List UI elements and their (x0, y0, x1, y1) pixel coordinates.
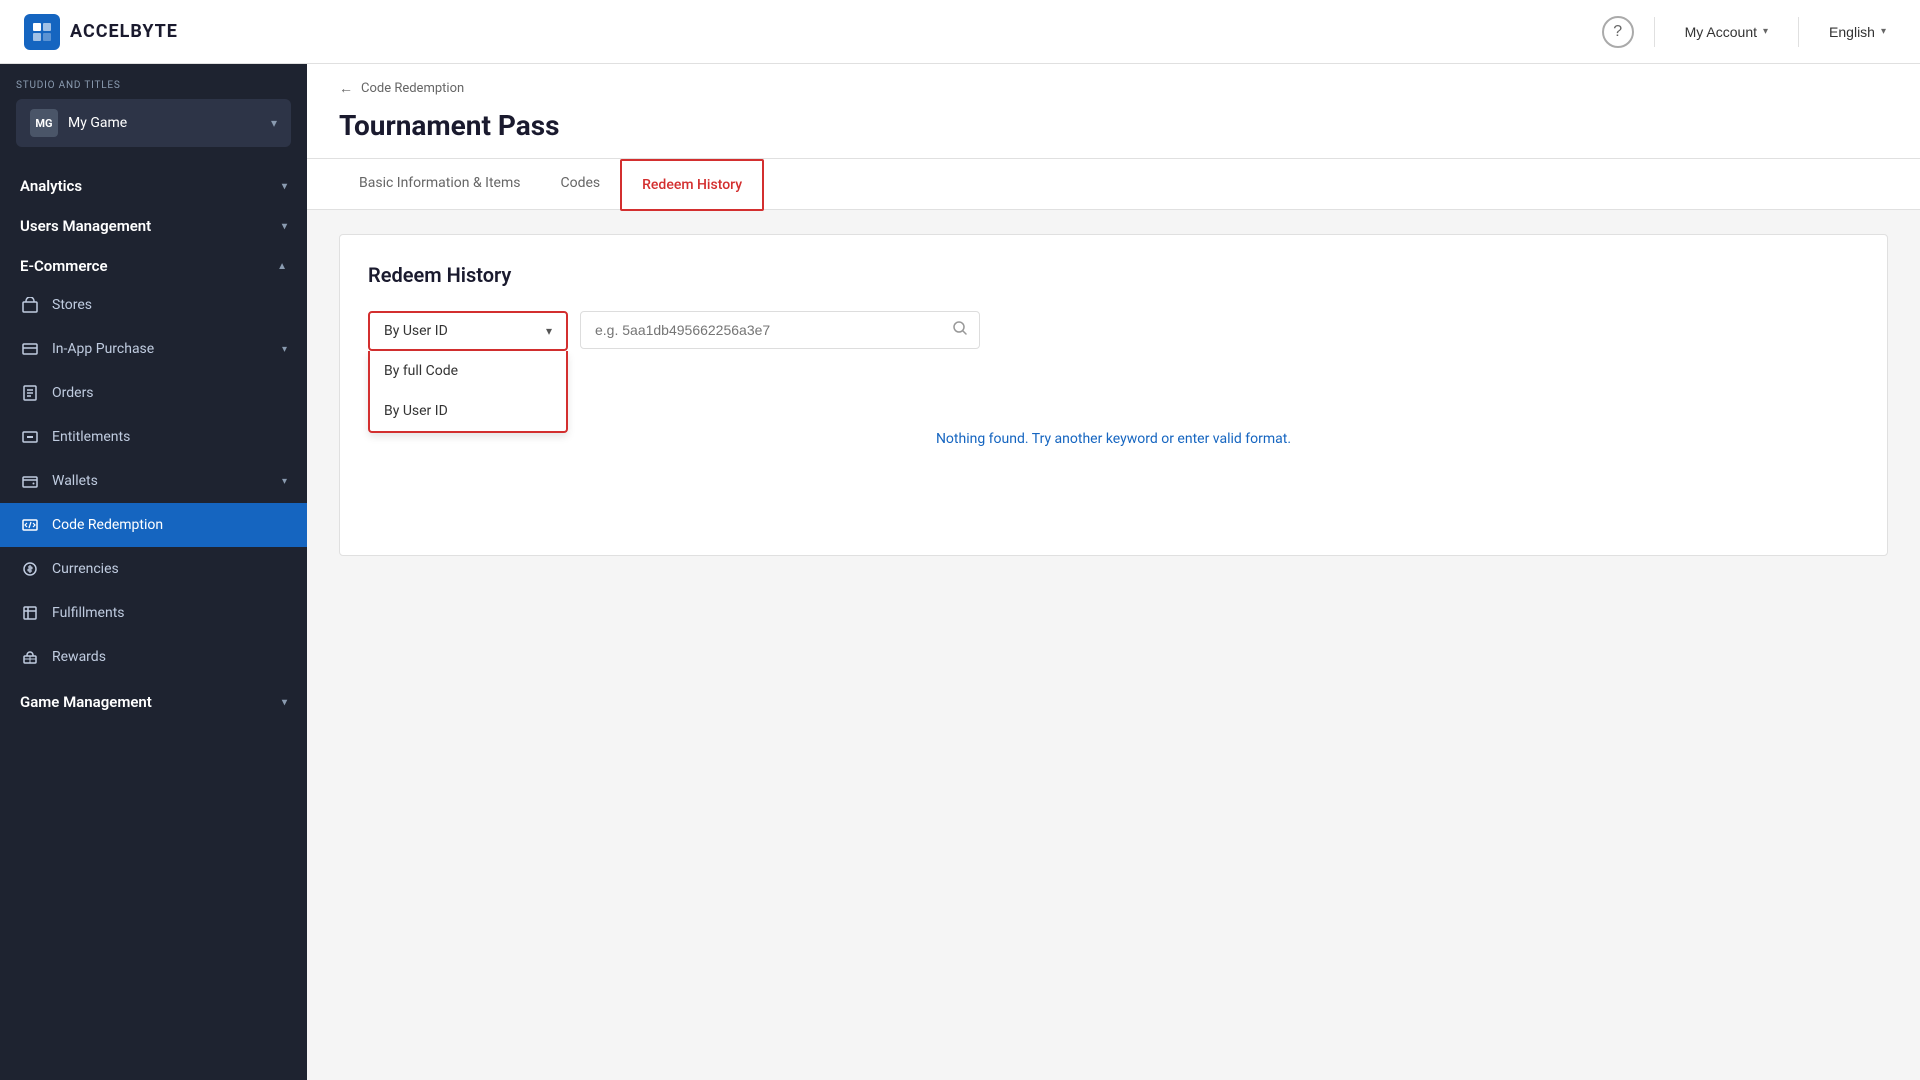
stores-item-left: Stores (20, 295, 92, 315)
studio-name: My Game (68, 115, 127, 131)
tabs-bar: Basic Information & Items Codes Redeem H… (307, 159, 1920, 210)
game-chevron-icon: ▾ (282, 697, 287, 708)
page-header: ← Code Redemption Tournament Pass (307, 64, 1920, 159)
filter-option-user-id[interactable]: By User ID (370, 391, 566, 431)
currencies-label: Currencies (52, 561, 119, 577)
sidebar-item-ecommerce[interactable]: E-Commerce ▲ (0, 243, 307, 283)
sidebar-item-currencies[interactable]: Currencies (0, 547, 307, 591)
main-content: ← Code Redemption Tournament Pass Basic … (307, 64, 1920, 1080)
entitlements-label: Entitlements (52, 429, 130, 445)
my-account-label: My Account (1685, 24, 1757, 40)
studio-selector[interactable]: MG My Game ▾ (16, 99, 291, 147)
header-right: ? My Account ▾ English ▾ (1602, 16, 1896, 48)
wallets-item-left: Wallets (20, 471, 98, 491)
tab-redeem-history[interactable]: Redeem History (620, 159, 764, 211)
breadcrumb[interactable]: ← Code Redemption (339, 80, 1888, 97)
currencies-icon (20, 559, 40, 579)
purchase-icon (20, 339, 40, 359)
studio-avatar: MG (30, 109, 58, 137)
sidebar: STUDIO AND TITLES MG My Game ▾ Analytics… (0, 0, 307, 1080)
empty-message: Nothing found. Try another keyword or en… (936, 431, 1291, 447)
rewards-icon (20, 647, 40, 667)
entitlements-item-left: Entitlements (20, 427, 130, 447)
header-separator (1654, 17, 1655, 47)
empty-state: Nothing found. Try another keyword or en… (368, 351, 1859, 527)
logo-text: ACCELBYTE (70, 21, 178, 42)
wallets-icon (20, 471, 40, 491)
studio-chevron-icon: ▾ (271, 116, 277, 130)
sidebar-item-code-redemption[interactable]: Code Redemption (0, 503, 307, 547)
dropdown-chevron-icon: ▾ (546, 324, 552, 338)
orders-icon (20, 383, 40, 403)
tab-codes[interactable]: Codes (540, 159, 620, 209)
analytics-label: Analytics (20, 177, 82, 195)
account-chevron-icon: ▾ (1763, 26, 1768, 37)
breadcrumb-arrow-icon: ← (339, 80, 353, 97)
entitlements-icon (20, 427, 40, 447)
sidebar-item-game-management[interactable]: Game Management ▾ (0, 679, 307, 719)
filter-row: By User ID ▾ By full Code By User ID (368, 311, 1859, 351)
code-redemption-icon (20, 515, 40, 535)
selected-filter-label: By User ID (384, 323, 448, 339)
filter-dropdown-menu: By full Code By User ID (368, 351, 568, 433)
code-redemption-label: Code Redemption (52, 517, 163, 533)
help-button[interactable]: ? (1602, 16, 1634, 48)
stores-icon (20, 295, 40, 315)
ecommerce-label: E-Commerce (20, 257, 108, 275)
language-chevron-icon: ▾ (1881, 26, 1886, 37)
purchase-chevron-icon: ▾ (282, 344, 287, 355)
filter-option-full-code[interactable]: By full Code (370, 351, 566, 391)
orders-label: Orders (52, 385, 94, 401)
game-management-label: Game Management (20, 693, 152, 711)
rewards-label: Rewards (52, 649, 106, 665)
tab-basic-info[interactable]: Basic Information & Items (339, 159, 540, 209)
sidebar-item-fulfillments[interactable]: Fulfillments (0, 591, 307, 635)
sidebar-item-entitlements[interactable]: Entitlements (0, 415, 307, 459)
sidebar-item-rewards[interactable]: Rewards (0, 635, 307, 679)
my-account-button[interactable]: My Account ▾ (1675, 18, 1778, 46)
rewards-item-left: Rewards (20, 647, 106, 667)
sidebar-item-wallets[interactable]: Wallets ▾ (0, 459, 307, 503)
currencies-item-left: Currencies (20, 559, 119, 579)
content-area: Redeem History By User ID ▾ By full Code (307, 210, 1920, 580)
fulfillments-item-left: Fulfillments (20, 603, 125, 623)
fulfillments-label: Fulfillments (52, 605, 125, 621)
language-button[interactable]: English ▾ (1819, 18, 1896, 46)
purchase-item-left: In-App Purchase (20, 339, 154, 359)
nav-section: Analytics ▾ Users Management ▾ E-Commerc… (0, 155, 307, 727)
lang-separator (1798, 17, 1799, 47)
studio-selector-left: MG My Game (30, 109, 127, 137)
section-title: Redeem History (368, 263, 1859, 287)
studio-section: STUDIO AND TITLES MG My Game ▾ (0, 64, 307, 155)
breadcrumb-parent: Code Redemption (361, 81, 464, 96)
wallets-label: Wallets (52, 473, 98, 489)
logo-area: ACCELBYTE (24, 14, 178, 50)
page-title: Tournament Pass (339, 109, 1888, 142)
search-input-wrapper (580, 311, 980, 349)
search-button[interactable] (952, 320, 968, 341)
ecommerce-chevron-icon: ▲ (277, 261, 287, 272)
users-chevron-icon: ▾ (282, 221, 287, 232)
analytics-chevron-icon: ▾ (282, 181, 287, 192)
top-header: ACCELBYTE ? My Account ▾ English ▾ (0, 0, 1920, 64)
purchase-label: In-App Purchase (52, 341, 154, 357)
studio-label: STUDIO AND TITLES (16, 80, 291, 91)
code-item-left: Code Redemption (20, 515, 163, 535)
sidebar-item-users-management[interactable]: Users Management ▾ (0, 203, 307, 243)
sidebar-item-analytics[interactable]: Analytics ▾ (0, 163, 307, 203)
logo-icon (24, 14, 60, 50)
language-label: English (1829, 24, 1875, 40)
fulfillments-icon (20, 603, 40, 623)
filter-dropdown-wrapper: By User ID ▾ By full Code By User ID (368, 311, 568, 351)
users-management-label: Users Management (20, 217, 151, 235)
stores-label: Stores (52, 297, 92, 313)
redeem-history-card: Redeem History By User ID ▾ By full Code (339, 234, 1888, 556)
orders-item-left: Orders (20, 383, 94, 403)
sidebar-item-stores[interactable]: Stores (0, 283, 307, 327)
search-input[interactable] (580, 311, 980, 349)
wallets-chevron-icon: ▾ (282, 476, 287, 487)
sidebar-item-orders[interactable]: Orders (0, 371, 307, 415)
filter-dropdown-trigger[interactable]: By User ID ▾ (368, 311, 568, 351)
sidebar-item-in-app-purchase[interactable]: In-App Purchase ▾ (0, 327, 307, 371)
